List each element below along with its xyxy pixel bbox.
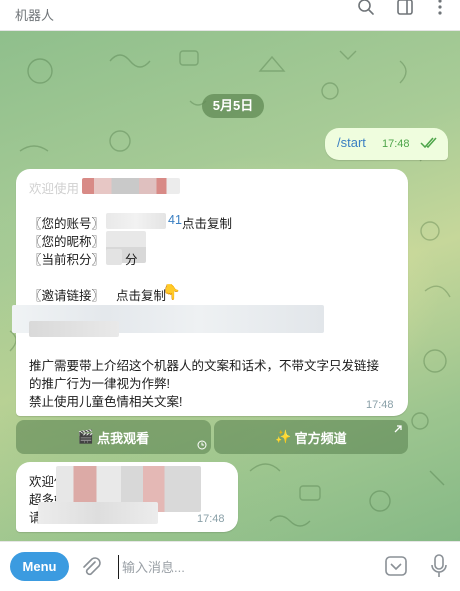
double-check-icon (420, 137, 437, 149)
greeting-text: 欢迎使用 (29, 182, 80, 196)
columns-icon[interactable] (394, 0, 416, 18)
nickname-label: 〖您的昵称〗 (29, 235, 105, 249)
account-label: 〖您的账号〗 (29, 217, 105, 231)
invite-label: 〖邀请链接〗 (29, 289, 105, 303)
account-suffix[interactable]: 41 (168, 213, 182, 227)
redacted-account (106, 213, 166, 229)
message-time: 17:48 (197, 513, 225, 525)
arrow-up-right-icon (394, 425, 402, 433)
clock-icon (197, 440, 207, 450)
message-time: 17:48 (366, 399, 394, 411)
redacted-second-content-2 (38, 502, 158, 524)
official-channel-button[interactable]: ✨ 官方频道 (214, 420, 408, 454)
chat-header: 机器人 (0, 0, 460, 31)
menu-button[interactable]: Menu (10, 552, 69, 581)
incoming-message-2[interactable]: 欢迎使 超多好 请 17:48 (16, 462, 238, 532)
points-unit: 分 (125, 253, 138, 267)
chat-area: 5月5日 /start 17:48 欢迎使用 〖您的账号〗 41 点击复制 〖您… (0, 31, 460, 541)
incoming-message[interactable]: 欢迎使用 〖您的账号〗 41 点击复制 〖您的昵称〗 〖当前积分〗 分 〖邀请链… (12, 169, 408, 416)
copy-invite-link[interactable]: 点击复制 (116, 285, 166, 304)
chat-title[interactable]: 机器人 (15, 5, 54, 24)
official-channel-label: 官方频道 (294, 430, 347, 446)
sparkles-emoji: ✨ (275, 429, 292, 444)
rule-line-1: 推广需要带上介绍这个机器人的文案和话术，不带文字只发链接 (29, 359, 380, 373)
microphone-icon[interactable] (430, 553, 448, 579)
redacted-extra-line (29, 321, 119, 337)
message-composer: Menu (0, 541, 460, 591)
message-input[interactable] (118, 555, 368, 579)
paperclip-icon[interactable] (80, 555, 102, 579)
rule-line-3: 禁止使用儿童色情相关文案! (29, 395, 183, 409)
search-icon[interactable] (355, 0, 377, 18)
clapper-emoji: 🎬 (77, 429, 95, 444)
outgoing-message[interactable]: /start 17:48 (325, 128, 448, 160)
points-label: 〖当前积分〗 (29, 253, 105, 267)
redacted-bot-name (82, 178, 180, 194)
message-text[interactable]: /start (337, 135, 366, 150)
pointing-down-emoji: 👇 (162, 284, 181, 301)
redacted-points (106, 249, 122, 265)
more-icon[interactable] (429, 0, 451, 18)
message-time: 17:48 (382, 138, 410, 150)
date-separator: 5月5日 (202, 94, 264, 118)
command-icon[interactable] (384, 554, 408, 578)
copy-account-link[interactable]: 点击复制 (182, 213, 232, 232)
watch-button-label: 点我观看 (97, 430, 150, 446)
watch-button[interactable]: 🎬 点我观看 (16, 420, 211, 454)
rule-line-2: 的推广行为一律视为作弊! (29, 377, 170, 391)
